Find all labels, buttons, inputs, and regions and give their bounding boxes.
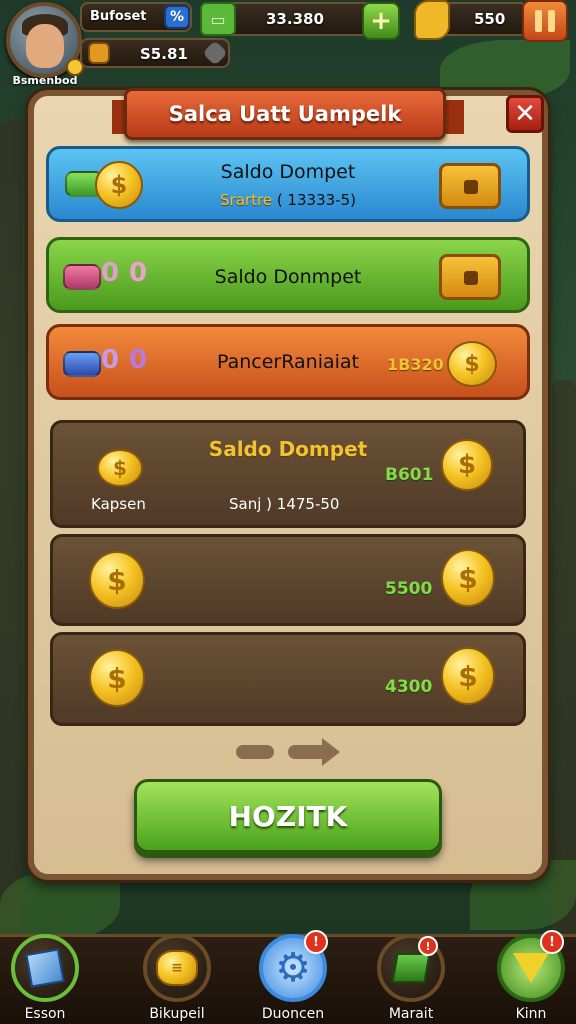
coin-icon: $ (441, 647, 495, 705)
nav-icon-circle (11, 934, 79, 1002)
pause-button[interactable] (522, 0, 568, 42)
percent-icon[interactable]: % (164, 5, 190, 29)
chest-icon (439, 254, 501, 300)
top-bar: Bsmenbod Bufoset % ▭ 33.380 + S5.81 550 (0, 0, 576, 92)
tree-trunk-left (0, 120, 22, 940)
cash-icon: ▭ (200, 2, 236, 36)
card-value: 1B320 (387, 355, 444, 374)
balance-amount: 4300 (385, 677, 433, 697)
gem-icon (513, 953, 549, 983)
chest-lock (464, 180, 478, 194)
dialog-title-ribbon: Salca Uatt Uampelk (124, 88, 446, 140)
nav-label: Duoncen (261, 1006, 325, 1022)
coin-icon: $ (89, 551, 145, 609)
close-button[interactable]: ✕ (506, 95, 544, 133)
balance-label: Kapsen (91, 495, 146, 513)
nav-item-kinn[interactable]: ! Kinn (486, 930, 576, 1024)
wallet-option-card[interactable]: 0 0 PancerRaniaiat 1B320 $ (46, 324, 530, 400)
nav-icon-circle: ≡ (143, 934, 211, 1002)
coin-icon: $ (97, 449, 143, 487)
cube-icon (25, 948, 65, 988)
nav-item-esson[interactable]: Esson (0, 930, 90, 1024)
coin-stack-icon: ≡ (156, 950, 198, 986)
currency-primary: 33.380 (266, 10, 324, 28)
notification-badge: ! (540, 930, 564, 954)
confirm-button[interactable]: HOZITK (134, 779, 442, 853)
hand-coin-icon (414, 0, 450, 40)
coin-icon: $ (441, 439, 493, 491)
wallet-option-card[interactable]: $ Saldo Dompet Srartre ( 13333-5) (46, 146, 530, 222)
gear-icon: ⚙ (275, 945, 311, 991)
balance-amount: 5500 (385, 579, 433, 599)
pause-bar (548, 10, 555, 32)
notification-badge: ! (418, 936, 438, 956)
gift-icon (88, 42, 110, 64)
balance-detail: Sanj ) 1475-50 (229, 495, 340, 513)
tree-trunk-right (552, 380, 576, 940)
currency-tertiary: 550 (474, 10, 506, 28)
nav-label: Bikupeil (149, 1006, 205, 1022)
add-currency-button[interactable]: + (362, 2, 400, 40)
avatar[interactable] (6, 2, 84, 78)
dialog-title: Salca Uatt Uampelk (168, 102, 402, 126)
nav-label: Esson (24, 1006, 66, 1022)
card-subtitle-value: ( 13333-5) (276, 191, 356, 209)
coin-icon: $ (441, 549, 495, 607)
arrow-head (322, 738, 340, 766)
chest-lock (464, 271, 478, 285)
coin-icon: $ (447, 341, 497, 387)
nav-item-duoncen[interactable]: ⚙ ! Duoncen (248, 930, 338, 1024)
notification-badge: ! (304, 930, 328, 954)
coin-icon: $ (89, 649, 145, 707)
balance-card: $ 5500 $ (50, 534, 526, 626)
resource-label: Bufoset (90, 9, 147, 24)
map-icon (391, 953, 431, 983)
pause-bar (535, 10, 542, 32)
card-subtitle-label: Srartre (220, 191, 273, 209)
player-name: Bsmenbod (12, 74, 78, 87)
balance-card: $ 4300 $ (50, 632, 526, 726)
balance-card: Saldo Dompet $ Kapsen Sanj ) 1475-50 B60… (50, 420, 526, 528)
wallet-option-card[interactable]: 0 0 Saldo Donmpet (46, 237, 530, 313)
nav-label: Kinn (515, 1006, 547, 1022)
avatar-face (26, 24, 64, 68)
nav-label: Marait (388, 1006, 434, 1022)
nav-item-marait[interactable]: ! Marait (366, 930, 456, 1024)
balance-amount: B601 (385, 465, 434, 485)
currency-secondary: S5.81 (140, 45, 188, 63)
close-icon: ✕ (514, 99, 536, 129)
chest-icon (439, 163, 501, 209)
page-prev-indicator[interactable] (236, 745, 274, 759)
nav-item-bikupeil[interactable]: ≡ Bikupeil (132, 930, 222, 1024)
